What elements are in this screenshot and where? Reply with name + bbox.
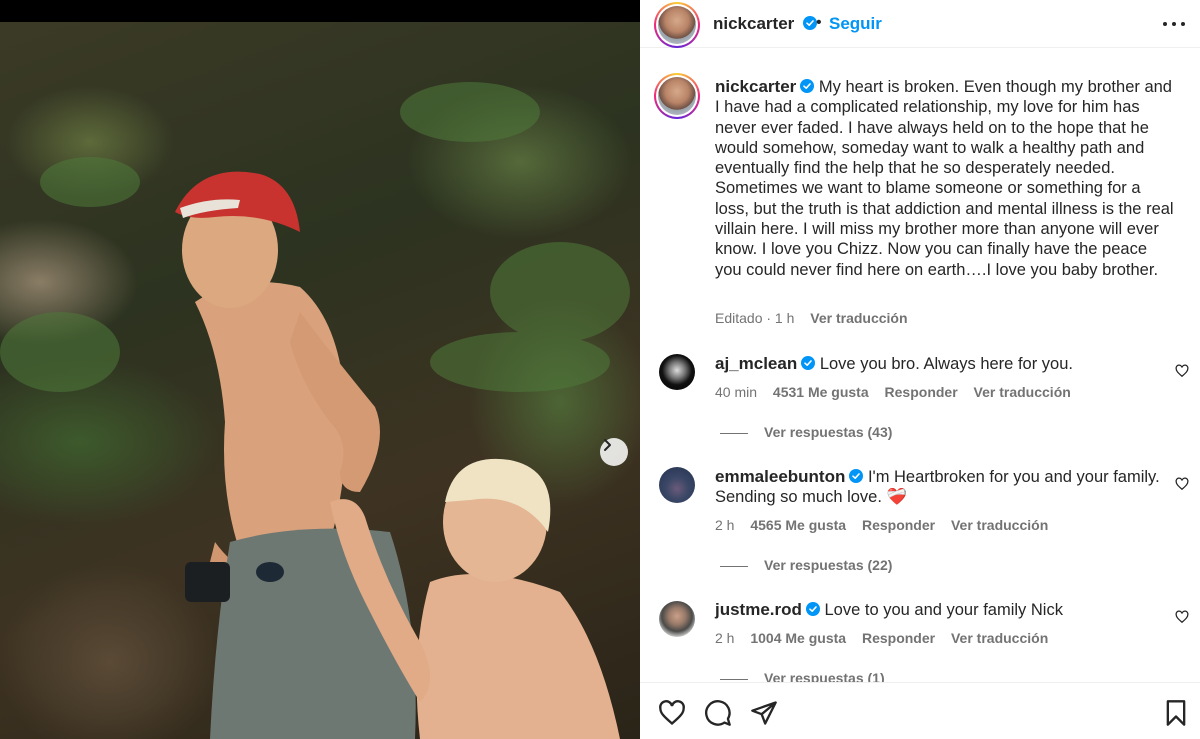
comment-bubble-icon[interactable] (704, 699, 732, 727)
comment-username[interactable]: aj_mclean (715, 354, 797, 373)
comments-list[interactable]: nickcarter My heart is broken. Even thou… (640, 60, 1200, 682)
verified-badge-icon (849, 469, 864, 483)
bookmark-icon[interactable] (1162, 699, 1190, 727)
post-photo (0, 22, 640, 739)
comment-username[interactable]: emmaleebunton (715, 467, 845, 486)
post-header: nickcarter • Seguir (640, 0, 1200, 48)
comment-emmaleebunton: emmaleebunton I'm Heartbroken for you an… (715, 467, 1167, 508)
more-options-button[interactable] (1163, 14, 1185, 34)
caption-text: My heart is broken. Even though my broth… (715, 78, 1174, 279)
verified-badge-icon (805, 602, 820, 616)
verified-badge-icon (800, 79, 815, 93)
comment-avatar-emmaleebunton[interactable] (659, 467, 695, 503)
view-replies-label[interactable]: Ver respuestas (1) (764, 670, 885, 682)
photo-illustration (0, 82, 630, 739)
heart-icon[interactable] (658, 699, 686, 727)
comment-translate-link[interactable]: Ver traducción (951, 630, 1048, 646)
author-username-row[interactable]: nickcarter (713, 14, 817, 34)
more-options-icon (1163, 22, 1167, 26)
verified-badge-icon (802, 16, 817, 30)
comment-avatar-justme-rod[interactable] (659, 601, 695, 637)
post-caption: nickcarter My heart is broken. Even thou… (715, 77, 1175, 280)
follow-button[interactable]: Seguir (829, 14, 882, 34)
author-username[interactable]: nickcarter (713, 14, 794, 33)
comment-username[interactable]: justme.rod (715, 600, 802, 619)
comment-meta: 40 min 4531 Me gusta Responder Ver tradu… (715, 384, 1071, 400)
paper-plane-icon[interactable] (750, 699, 778, 727)
comment-justme-rod: justme.rod Love to you and your family N… (715, 600, 1167, 620)
replies-divider (720, 565, 748, 567)
comment-reply-link[interactable]: Responder (885, 384, 958, 400)
caption-author-username[interactable]: nickcarter (715, 77, 796, 96)
comment-meta: 2 h 4565 Me gusta Responder Ver traducci… (715, 517, 1048, 533)
post-media (0, 0, 640, 739)
comment-likes[interactable]: 4565 Me gusta (750, 517, 846, 533)
view-replies-link[interactable]: Ver respuestas (43) (720, 424, 892, 440)
comment-time: 2 h (715, 517, 735, 533)
media-top-bar (0, 0, 640, 22)
comment-likes[interactable]: 4531 Me gusta (773, 384, 869, 400)
view-replies-link[interactable]: Ver respuestas (1) (720, 670, 885, 682)
verified-badge-icon (801, 356, 816, 370)
view-replies-label[interactable]: Ver respuestas (22) (764, 557, 892, 573)
comment-translate-link[interactable]: Ver traducción (974, 384, 1071, 400)
replies-divider (720, 678, 748, 680)
comment-like-heart-icon[interactable] (1175, 364, 1189, 378)
comment-reply-link[interactable]: Responder (862, 630, 935, 646)
comment-likes[interactable]: 1004 Me gusta (750, 630, 846, 646)
post-side-panel: nickcarter • Seguir nickcarter My heart … (640, 0, 1200, 739)
view-replies-label[interactable]: Ver respuestas (43) (764, 424, 892, 440)
header-separator: • (816, 14, 822, 31)
comment-time: 40 min (715, 384, 758, 400)
comment-meta: 2 h 1004 Me gusta Responder Ver traducci… (715, 630, 1048, 646)
caption-author-avatar[interactable] (654, 73, 700, 119)
caption-translate-link[interactable]: Ver traducción (810, 310, 907, 326)
chevron-right-icon (604, 439, 611, 451)
comment-like-heart-icon[interactable] (1175, 477, 1189, 491)
comment-aj-mclean: aj_mclean Love you bro. Always here for … (715, 354, 1167, 374)
caption-edited-time: Editado · 1 h (715, 310, 795, 326)
comment-reply-link[interactable]: Responder (862, 517, 935, 533)
comment-text: Love to you and your family Nick (824, 601, 1063, 619)
comment-time: 2 h (715, 630, 735, 646)
caption-meta: Editado · 1 h Ver traducción (715, 310, 908, 326)
comment-like-heart-icon[interactable] (1175, 610, 1189, 624)
author-avatar[interactable] (654, 2, 700, 48)
comment-avatar-aj-mclean[interactable] (659, 354, 695, 390)
post-actions-bar (640, 682, 1200, 739)
comment-text: Love you bro. Always here for you. (819, 355, 1073, 373)
next-media-button[interactable] (600, 438, 628, 466)
view-replies-link[interactable]: Ver respuestas (22) (720, 557, 892, 573)
replies-divider (720, 432, 748, 434)
comment-translate-link[interactable]: Ver traducción (951, 517, 1048, 533)
